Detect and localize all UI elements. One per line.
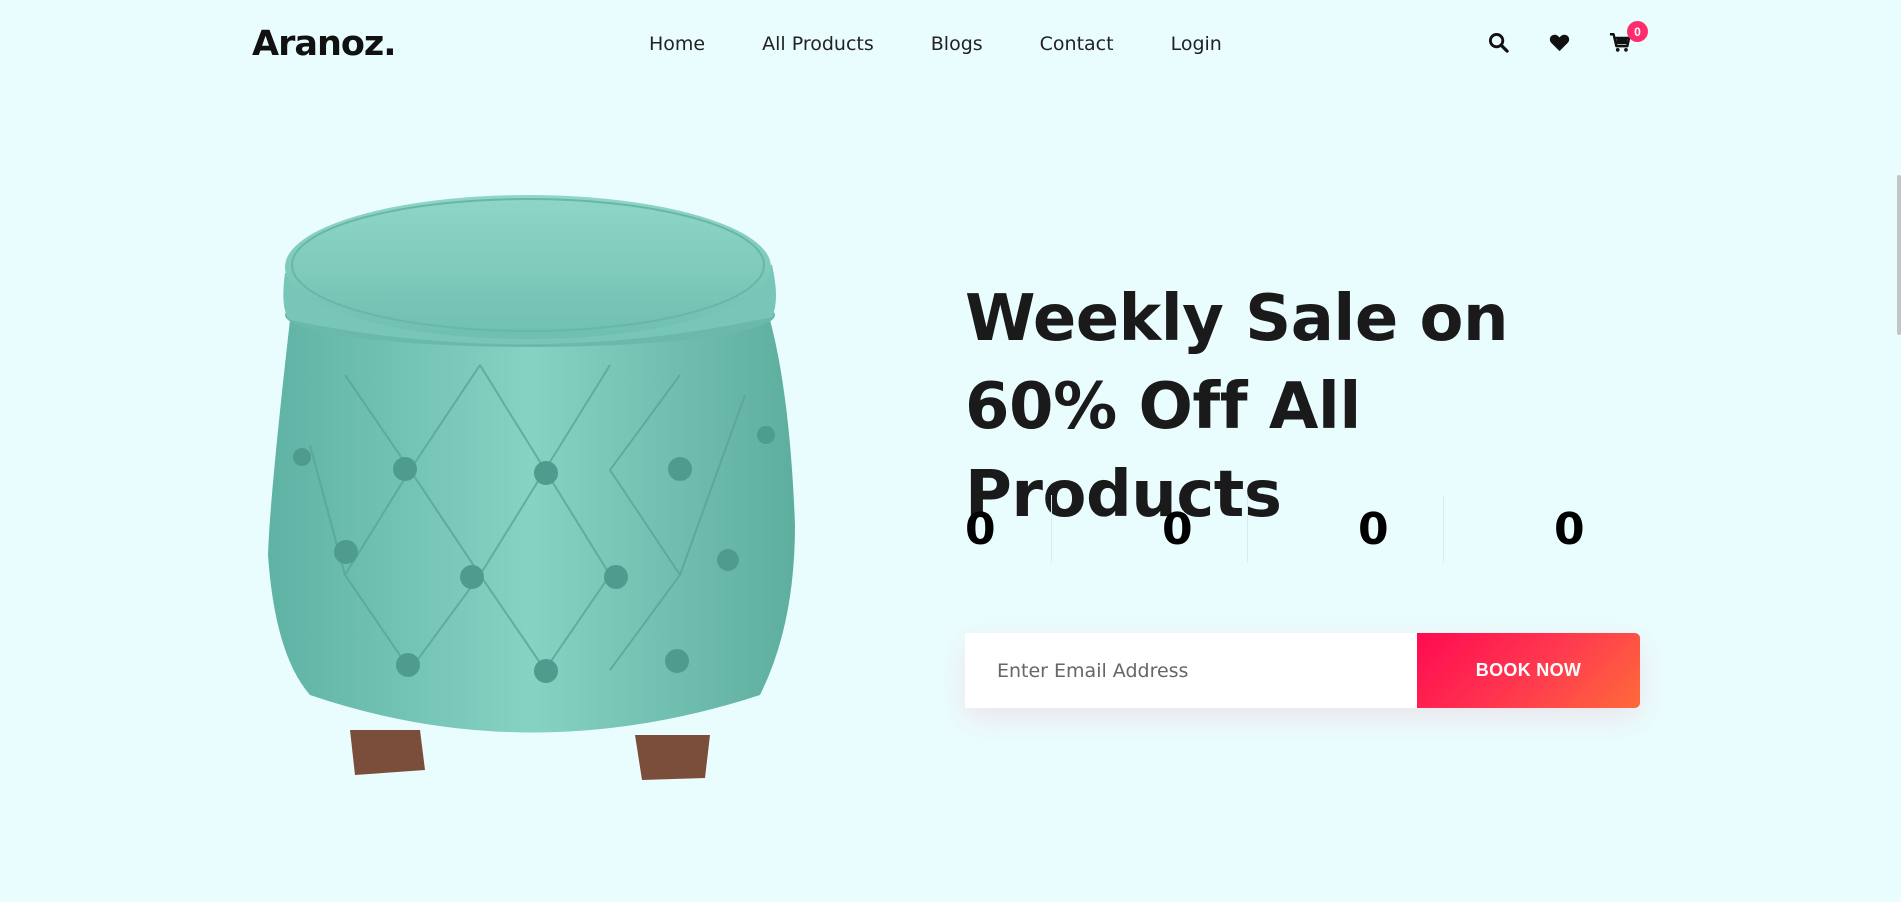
- nav-contact[interactable]: Contact: [1040, 33, 1114, 55]
- countdown-minutes: 0: [1357, 495, 1553, 563]
- cart-count-badge: 0: [1627, 21, 1648, 42]
- subscribe-form: BOOK NOW: [965, 633, 1640, 708]
- main-nav: Home All Products Blogs Contact Login: [649, 33, 1279, 55]
- countdown-hours-value: 0: [1162, 503, 1193, 555]
- page-scrollbar[interactable]: [1897, 175, 1901, 335]
- countdown-seconds: 0: [1553, 495, 1749, 563]
- countdown-days: 0: [965, 495, 1161, 563]
- nav-blogs[interactable]: Blogs: [931, 33, 983, 55]
- cart-icon[interactable]: 0: [1608, 21, 1648, 54]
- nav-home[interactable]: Home: [649, 33, 705, 55]
- book-now-button[interactable]: BOOK NOW: [1417, 633, 1640, 708]
- countdown-divider: [1443, 495, 1444, 563]
- countdown: 0 0 0 0: [965, 495, 1749, 563]
- heart-icon[interactable]: [1547, 30, 1571, 54]
- email-input[interactable]: [965, 633, 1417, 708]
- site-header: Aranoz. Home All Products Blogs Contact …: [0, 0, 1901, 90]
- countdown-divider: [1051, 495, 1052, 563]
- site-logo[interactable]: Aranoz.: [252, 24, 397, 64]
- countdown-seconds-value: 0: [1554, 503, 1585, 555]
- nav-all-products[interactable]: All Products: [762, 33, 874, 55]
- countdown-minutes-value: 0: [1358, 503, 1389, 555]
- countdown-divider: [1247, 495, 1248, 563]
- header-icons: 0: [1486, 21, 1648, 54]
- product-image-ottoman: [250, 195, 820, 785]
- search-icon[interactable]: [1486, 30, 1510, 54]
- countdown-days-value: 0: [965, 503, 996, 555]
- countdown-hours: 0: [1161, 495, 1357, 563]
- nav-login[interactable]: Login: [1171, 33, 1222, 55]
